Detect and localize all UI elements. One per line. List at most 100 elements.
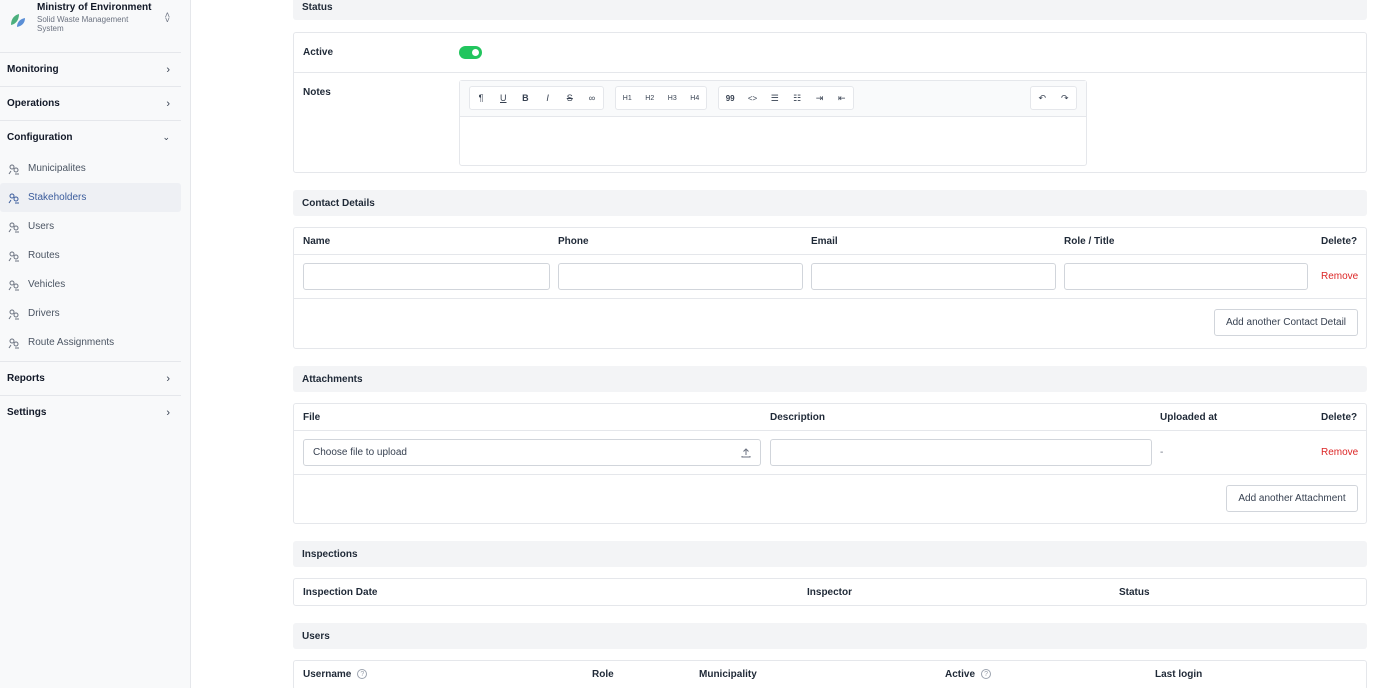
contact-phone-input[interactable] bbox=[558, 263, 803, 290]
chevron-right-icon: › bbox=[166, 97, 170, 110]
toolbar-group-format: ¶ U B I S ∞ bbox=[469, 86, 604, 110]
heading-2-icon[interactable]: H2 bbox=[639, 95, 662, 102]
notes-label: Notes bbox=[303, 87, 331, 98]
nav-group-reports[interactable]: Reports › bbox=[0, 362, 190, 395]
toolbar-group-history: ↶ ↷ bbox=[1030, 86, 1077, 110]
column-header: Delete? bbox=[1321, 412, 1358, 423]
link-icon[interactable]: ∞ bbox=[581, 93, 603, 103]
bold-icon[interactable]: B bbox=[514, 93, 536, 103]
sidebar-item-municipalites[interactable]: Municipalites bbox=[0, 154, 181, 183]
column-header: Status bbox=[1119, 587, 1150, 598]
status-section-header: Status bbox=[293, 0, 1367, 20]
sidebar-item-drivers[interactable]: Drivers bbox=[0, 299, 181, 328]
nav-group-settings[interactable]: Settings › bbox=[0, 396, 190, 429]
sidebar-item-label: Municipalites bbox=[28, 163, 86, 174]
section-title: Status bbox=[302, 1, 333, 13]
inspections-section-header: Inspections bbox=[293, 541, 1367, 567]
underline-icon[interactable]: U bbox=[492, 93, 514, 103]
brand-switcher[interactable]: Ministry of Environment Solid Waste Mana… bbox=[0, 0, 190, 52]
remove-contact-link[interactable]: Remove bbox=[1321, 271, 1358, 282]
column-header: Municipality bbox=[699, 669, 757, 680]
status-card: Active Notes ¶ U B I S ∞ H1 H2 H3 H4 99 … bbox=[293, 32, 1367, 173]
brand-subtitle: Solid Waste Management System bbox=[37, 15, 129, 33]
strikethrough-icon[interactable]: S bbox=[559, 93, 581, 103]
column-header: Description bbox=[770, 412, 826, 423]
nav-group-label: Operations bbox=[7, 98, 60, 109]
chevron-right-icon: › bbox=[166, 63, 170, 76]
attachments-card: File Description Uploaded at Delete? Cho… bbox=[293, 403, 1367, 524]
sidebar-item-label: Route Assignments bbox=[28, 337, 115, 348]
table-row: Choose file to upload - Remove bbox=[294, 431, 1366, 475]
remove-attachment-link[interactable]: Remove bbox=[1321, 447, 1358, 458]
notes-editor: ¶ U B I S ∞ H1 H2 H3 H4 99 <> ☰ ☷ ⇥ ⇤ ↶ … bbox=[459, 80, 1087, 166]
paragraph-icon[interactable]: ¶ bbox=[470, 93, 492, 103]
file-placeholder: Choose file to upload bbox=[313, 447, 407, 458]
add-contact-button[interactable]: Add another Contact Detail bbox=[1214, 309, 1358, 336]
chevron-up-down-icon[interactable]: ˄ ˅ bbox=[165, 11, 170, 25]
active-label: Active bbox=[303, 47, 334, 58]
sidebar-item-users[interactable]: Users bbox=[0, 212, 181, 241]
sidebar-item-label: Routes bbox=[28, 250, 60, 261]
sidebar-item-label: Users bbox=[28, 221, 55, 232]
sidebar-item-label: Vehicles bbox=[28, 279, 66, 290]
chevron-down-icon: ⌄ bbox=[162, 132, 170, 142]
heading-1-icon[interactable]: H1 bbox=[616, 95, 639, 102]
sidebar-item-route-assignments[interactable]: Route Assignments bbox=[0, 328, 181, 357]
sidebar-item-routes[interactable]: Routes bbox=[0, 241, 181, 270]
column-header: Inspection Date bbox=[303, 587, 378, 598]
users-card: Username? Role Municipality Active? Last… bbox=[293, 660, 1367, 688]
section-title: Contact Details bbox=[302, 197, 375, 209]
contacts-card: Name Phone Email Role / Title Delete? Re… bbox=[293, 227, 1367, 349]
sidebar-item-label: Drivers bbox=[28, 308, 60, 319]
active-row: Active bbox=[294, 33, 1366, 73]
editor-content-area[interactable] bbox=[460, 117, 1086, 165]
italic-icon[interactable]: I bbox=[537, 93, 559, 103]
chevron-right-icon: › bbox=[166, 406, 170, 419]
undo-icon[interactable]: ↶ bbox=[1031, 93, 1054, 104]
users-section-header: Users bbox=[293, 623, 1367, 649]
toolbar-group-blocks: 99 <> ☰ ☷ ⇥ ⇤ bbox=[718, 86, 854, 110]
help-icon[interactable]: ? bbox=[981, 669, 992, 680]
heading-4-icon[interactable]: H4 bbox=[684, 95, 707, 102]
users-icon bbox=[8, 222, 19, 232]
outdent-icon[interactable]: ⇤ bbox=[831, 93, 853, 104]
column-header: Name bbox=[303, 236, 331, 247]
toolbar-group-headings: H1 H2 H3 H4 bbox=[615, 86, 707, 110]
table-row: Remove bbox=[294, 255, 1366, 299]
column-header: Delete? bbox=[1321, 236, 1358, 247]
sidebar-item-label: Stakeholders bbox=[28, 192, 87, 203]
attachments-table-header: File Description Uploaded at Delete? bbox=[294, 404, 1366, 431]
nav-group-monitoring[interactable]: Monitoring › bbox=[0, 53, 190, 86]
add-attachment-button[interactable]: Add another Attachment bbox=[1226, 485, 1358, 512]
column-header: Last login bbox=[1155, 669, 1203, 680]
users-icon bbox=[8, 251, 19, 261]
ordered-list-icon[interactable]: ☷ bbox=[786, 93, 808, 104]
indent-icon[interactable]: ⇥ bbox=[808, 93, 830, 104]
nav-group-label: Settings bbox=[7, 407, 47, 418]
help-icon[interactable]: ? bbox=[357, 669, 368, 680]
nav-group-label: Configuration bbox=[7, 132, 73, 143]
sidebar-item-vehicles[interactable]: Vehicles bbox=[0, 270, 181, 299]
sidebar-item-stakeholders[interactable]: Stakeholders bbox=[0, 183, 181, 212]
blockquote-icon[interactable]: 99 bbox=[719, 94, 741, 103]
users-icon bbox=[8, 164, 19, 174]
section-title: Attachments bbox=[302, 373, 363, 385]
nav-group-configuration[interactable]: Configuration ⌄ bbox=[0, 121, 190, 154]
nav-group-operations[interactable]: Operations › bbox=[0, 87, 190, 120]
attachments-section-header: Attachments bbox=[293, 366, 1367, 392]
contact-section-header: Contact Details bbox=[293, 190, 1367, 216]
contact-role-input[interactable] bbox=[1064, 263, 1308, 290]
contact-name-input[interactable] bbox=[303, 263, 550, 290]
users-icon bbox=[8, 193, 19, 203]
leaf-logo-icon bbox=[11, 14, 25, 27]
file-upload-input[interactable]: Choose file to upload bbox=[303, 439, 761, 466]
active-toggle[interactable] bbox=[459, 46, 482, 59]
redo-icon[interactable]: ↷ bbox=[1054, 93, 1077, 104]
heading-3-icon[interactable]: H3 bbox=[661, 95, 684, 102]
code-icon[interactable]: <> bbox=[741, 94, 763, 103]
column-header-active: Active? bbox=[945, 669, 992, 680]
section-title: Users bbox=[302, 630, 330, 642]
attachment-description-input[interactable] bbox=[770, 439, 1152, 466]
contact-email-input[interactable] bbox=[811, 263, 1056, 290]
bullet-list-icon[interactable]: ☰ bbox=[764, 93, 786, 104]
